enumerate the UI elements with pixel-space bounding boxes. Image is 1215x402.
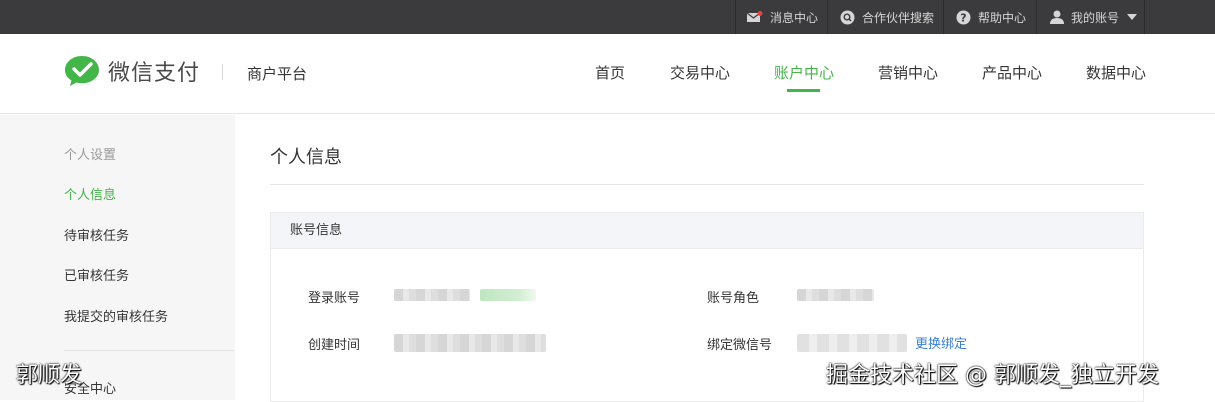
platform-name: 商户平台 bbox=[247, 65, 308, 83]
brand-name: 微信支付 bbox=[108, 61, 201, 86]
help-icon: ? bbox=[956, 10, 971, 24]
nav-home[interactable]: 首页 bbox=[595, 62, 625, 83]
topbar-divider bbox=[735, 0, 736, 34]
page-title: 个人信息 bbox=[270, 147, 342, 168]
my-account-menu[interactable]: 我的账号 bbox=[1050, 0, 1138, 34]
top-bar: 消息中心 合作伙伴搜索 ? 帮助中心 我的账号 bbox=[0, 0, 1215, 34]
help-center-label: 帮助中心 bbox=[978, 10, 1027, 25]
login-account-value-redacted bbox=[394, 289, 470, 301]
nav-marketing[interactable]: 营销中心 bbox=[878, 62, 938, 83]
sidebar-heading-personal-settings: 个人设置 bbox=[64, 148, 117, 163]
message-center-label: 消息中心 bbox=[770, 10, 819, 25]
sidebar-item-my-submitted-reviews[interactable]: 我提交的审核任务 bbox=[64, 306, 168, 325]
active-nav-indicator bbox=[787, 89, 820, 92]
nav-products[interactable]: 产品中心 bbox=[982, 62, 1042, 83]
wechat-pay-logo-icon bbox=[65, 56, 99, 86]
topbar-divider bbox=[1036, 0, 1037, 34]
topbar-divider bbox=[943, 0, 944, 34]
login-account-label: 登录账号 bbox=[308, 291, 361, 306]
svg-text:?: ? bbox=[960, 11, 966, 24]
account-role-label: 账号角色 bbox=[707, 291, 760, 306]
search-icon bbox=[840, 10, 855, 24]
message-center-link[interactable]: 消息中心 bbox=[747, 0, 818, 34]
bound-wechat-value-redacted bbox=[797, 334, 907, 352]
sidebar-item-personal-info[interactable]: 个人信息 bbox=[64, 184, 116, 203]
login-account-status-redacted bbox=[480, 289, 536, 301]
topbar-divider bbox=[827, 0, 828, 34]
watermark-right: 掘金技术社区 @ 郭顺发_独立开发 bbox=[826, 363, 1159, 388]
nav-account-center[interactable]: 账户中心 bbox=[774, 62, 834, 83]
user-icon bbox=[1050, 10, 1064, 24]
bound-wechat-label: 绑定微信号 bbox=[707, 338, 773, 353]
created-time-label: 创建时间 bbox=[308, 338, 361, 353]
my-account-label: 我的账号 bbox=[1071, 10, 1120, 25]
rebind-wechat-link[interactable]: 更换绑定 bbox=[915, 333, 967, 352]
nav-transactions[interactable]: 交易中心 bbox=[670, 62, 730, 83]
sidebar-divider bbox=[64, 350, 234, 351]
sidebar-item-reviewed[interactable]: 已审核任务 bbox=[64, 265, 129, 284]
created-time-value-redacted bbox=[394, 334, 546, 352]
panel-title: 账号信息 bbox=[271, 213, 1143, 249]
nav-data[interactable]: 数据中心 bbox=[1086, 62, 1146, 83]
topbar-divider bbox=[1144, 0, 1145, 34]
main-header: 微信支付 商户平台 首页 交易中心 账户中心 营销中心 产品中心 数据中心 bbox=[0, 34, 1215, 114]
brand-divider bbox=[222, 64, 223, 80]
title-divider bbox=[270, 184, 1144, 185]
caret-down-icon bbox=[1127, 14, 1138, 20]
partner-search-link[interactable]: 合作伙伴搜索 bbox=[840, 0, 934, 34]
watermark-left: 郭顺发 bbox=[16, 363, 83, 388]
wechat-pay-logo[interactable]: 微信支付 bbox=[64, 54, 200, 88]
help-center-link[interactable]: ? 帮助中心 bbox=[956, 0, 1026, 34]
mail-icon bbox=[747, 11, 763, 22]
partner-search-label: 合作伙伴搜索 bbox=[862, 10, 935, 25]
account-role-value-redacted bbox=[797, 289, 874, 301]
sidebar-item-pending-review[interactable]: 待审核任务 bbox=[64, 225, 129, 244]
